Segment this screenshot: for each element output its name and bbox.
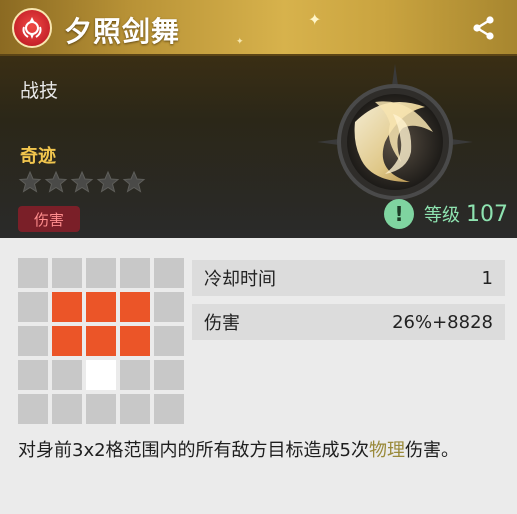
attack-range-grid [18,258,186,426]
damage-tag: 伤害 [18,206,80,232]
skill-type: 战技 [20,80,59,102]
range-cell [18,394,48,424]
range-cell-hit [120,326,150,356]
level-label: 等级 [424,205,460,226]
level-badge: ! 等级 107 [384,196,508,232]
sparkle-icon: ✦ [236,37,244,47]
rarity-label: 奇迹 [20,146,56,167]
range-cell [86,258,116,288]
range-cell [18,292,48,322]
sparkle-icon: ✦ [308,10,322,29]
star-icon [96,170,120,193]
cooldown-label: 冷却时间 [204,269,276,290]
stat-row-cooldown: 冷却时间 1 [192,260,505,296]
range-cell [52,258,82,288]
range-cell [52,360,82,390]
description-text: 对身前3x2格范围内的所有敌方目标造成5次 [18,440,370,461]
range-cell [154,360,184,390]
share-icon [473,16,494,40]
star-icon [122,170,146,193]
range-cell-hit [86,292,116,322]
physical-keyword: 物理 [369,440,406,461]
range-cell [154,394,184,424]
range-cell [120,258,150,288]
range-cell-hit [120,292,150,322]
range-cell [154,326,184,356]
range-cell [18,326,48,356]
range-cell-hit [86,326,116,356]
range-cell-hit [52,326,82,356]
level-value: 107 [466,201,508,227]
cooldown-value: 1 [481,267,493,289]
range-cell [154,258,184,288]
damage-label: 伤害 [204,313,240,334]
rarity-stars [18,170,146,194]
skill-description: 对身前3x2格范围内的所有敌方目标造成5次物理伤害。 [18,436,508,466]
range-cell [86,394,116,424]
star-icon [18,170,42,193]
damage-value: 26%+8828 [392,311,493,333]
skill-card: ✦ ✦ 夕照剑舞 战技 奇迹 伤害 ! 等级 107 冷却时间 1 伤害 26%… [0,0,517,514]
range-cell [120,360,150,390]
range-cell [154,292,184,322]
range-cell [120,394,150,424]
description-text-end: 伤害。 [405,440,460,461]
skill-header: ✦ ✦ 夕照剑舞 [0,0,517,56]
range-cell-self [86,360,116,390]
range-cell [18,360,48,390]
skill-info-panel: 战技 奇迹 伤害 ! 等级 107 [0,56,517,238]
range-cell [18,258,48,288]
red-faction-emblem-icon [12,8,52,48]
star-icon [44,170,68,193]
range-cell-hit [52,292,82,322]
exclamation-icon: ! [384,199,414,229]
stat-row-damage: 伤害 26%+8828 [192,304,505,340]
share-button[interactable] [470,14,498,42]
range-cell [52,394,82,424]
skill-title: 夕照剑舞 [64,15,181,48]
star-icon [70,170,94,193]
